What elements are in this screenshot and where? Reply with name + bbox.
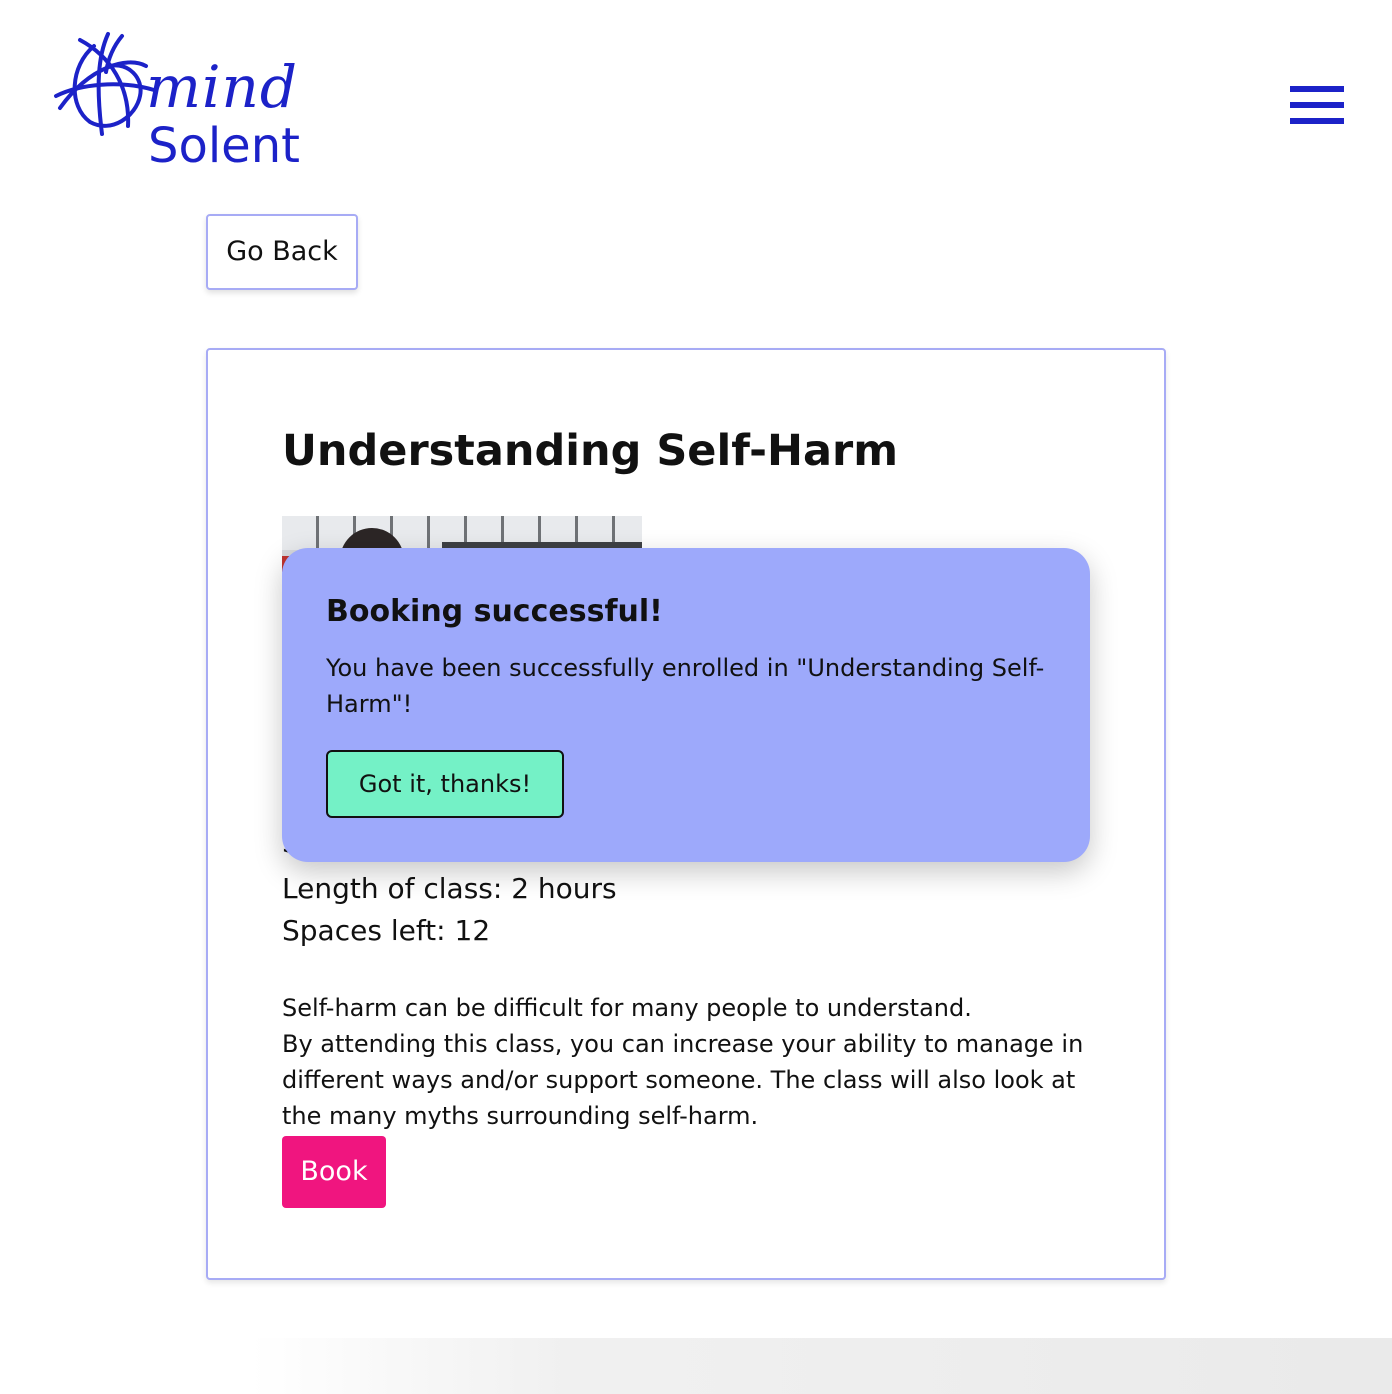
menu-bar-top — [1290, 86, 1344, 92]
class-length: Length of class: 2 hours — [282, 872, 617, 905]
class-description-line: By attending this class, you can increas… — [282, 1030, 1084, 1130]
logo-mind-text: mind — [146, 53, 299, 121]
class-description-line: Self-harm can be difficult for many peop… — [282, 994, 972, 1022]
hamburger-menu-icon[interactable] — [1290, 86, 1344, 128]
menu-bar-bottom — [1290, 118, 1344, 124]
got-it-thanks-button[interactable]: Got it, thanks! — [326, 750, 564, 818]
dialog-title: Booking successful! — [326, 594, 663, 629]
class-spaces-left: Spaces left: 12 — [282, 914, 491, 947]
booking-success-dialog: Booking successful! You have been succes… — [282, 548, 1090, 862]
mind-solent-logo[interactable]: mind Solent — [50, 26, 340, 181]
menu-bar-middle — [1290, 102, 1344, 108]
class-title: Understanding Self-Harm — [282, 426, 899, 476]
dialog-message: You have been successfully enrolled in "… — [326, 654, 1045, 718]
class-description: Self-harm can be difficult for many peop… — [282, 990, 1102, 1134]
book-button[interactable]: Book — [282, 1136, 386, 1208]
logo-solent-text: Solent — [148, 118, 300, 174]
mind-knot-logo-icon — [54, 32, 156, 136]
page-footer-shadow — [0, 1338, 1392, 1394]
go-back-button[interactable]: Go Back — [206, 214, 358, 290]
